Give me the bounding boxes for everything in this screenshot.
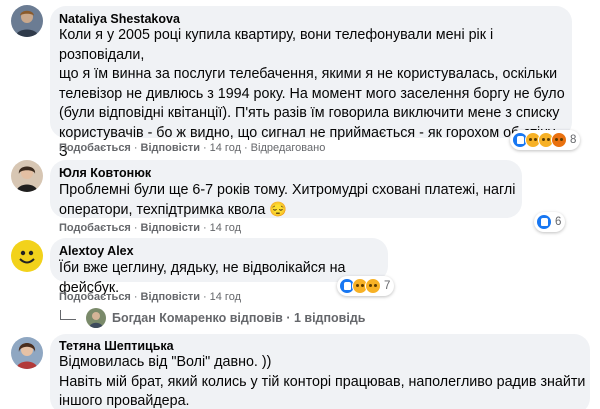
reaction-count: 8 bbox=[570, 134, 577, 146]
reaction-count: 6 bbox=[555, 216, 562, 228]
reactions-summary[interactable]: 8 bbox=[510, 130, 581, 150]
comment-text: Коли я у 2005 році купила квартиру, вони… bbox=[59, 27, 565, 180]
comment-text: Проблемні були ще 6-7 років тому. Хитром… bbox=[59, 182, 516, 218]
like-icon bbox=[536, 214, 552, 230]
reactions-summary[interactable]: 7 bbox=[337, 276, 395, 296]
comment-actions: Подобається · Відповісти · 14 год · Відредагов… bbox=[59, 142, 326, 154]
timestamp[interactable]: 14 год bbox=[210, 291, 241, 303]
timestamp[interactable]: 14 год bbox=[210, 142, 241, 154]
reply-button[interactable]: Відповісти bbox=[141, 222, 200, 234]
comment-author[interactable]: Alextoy Alex bbox=[59, 244, 134, 258]
replies-text: Богдан Комаренко відповів · 1 відповідь bbox=[112, 311, 366, 325]
like-button[interactable]: Подобається bbox=[59, 222, 131, 234]
reactions-summary[interactable]: 6 bbox=[534, 212, 566, 232]
timestamp[interactable]: 14 год bbox=[210, 222, 241, 234]
angry-icon bbox=[551, 132, 567, 148]
view-replies-link[interactable]: Богдан Комаренко відповів · 1 відповідь bbox=[60, 308, 365, 328]
edited-label: Відредаговано bbox=[250, 142, 326, 154]
reply-button[interactable]: Відповісти bbox=[141, 142, 200, 154]
avatar[interactable] bbox=[11, 337, 43, 369]
sad-icon bbox=[365, 278, 381, 294]
reaction-count: 7 bbox=[384, 280, 391, 292]
comment-actions: Подобається · Відповісти · 14 год bbox=[59, 222, 241, 234]
avatar[interactable] bbox=[11, 160, 43, 192]
comment-author[interactable]: Nataliya Shestakova bbox=[59, 12, 180, 26]
reply-button[interactable]: Відповісти bbox=[141, 291, 200, 303]
avatar[interactable] bbox=[11, 5, 43, 37]
replier-avatar bbox=[86, 308, 106, 328]
like-button[interactable]: Подобається bbox=[59, 291, 131, 303]
avatar[interactable] bbox=[11, 240, 43, 272]
comment-author[interactable]: Тетяна Шептицька bbox=[59, 339, 174, 353]
reply-arrow-icon bbox=[60, 310, 76, 320]
comment-author[interactable]: Юля Ковтонюк bbox=[59, 166, 151, 180]
comment-actions: Подобається · Відповісти · 14 год bbox=[59, 291, 241, 303]
comment-text: Відмовилась від "Волі" давно. )) Навіть … bbox=[59, 354, 586, 409]
like-button[interactable]: Подобається bbox=[59, 142, 131, 154]
